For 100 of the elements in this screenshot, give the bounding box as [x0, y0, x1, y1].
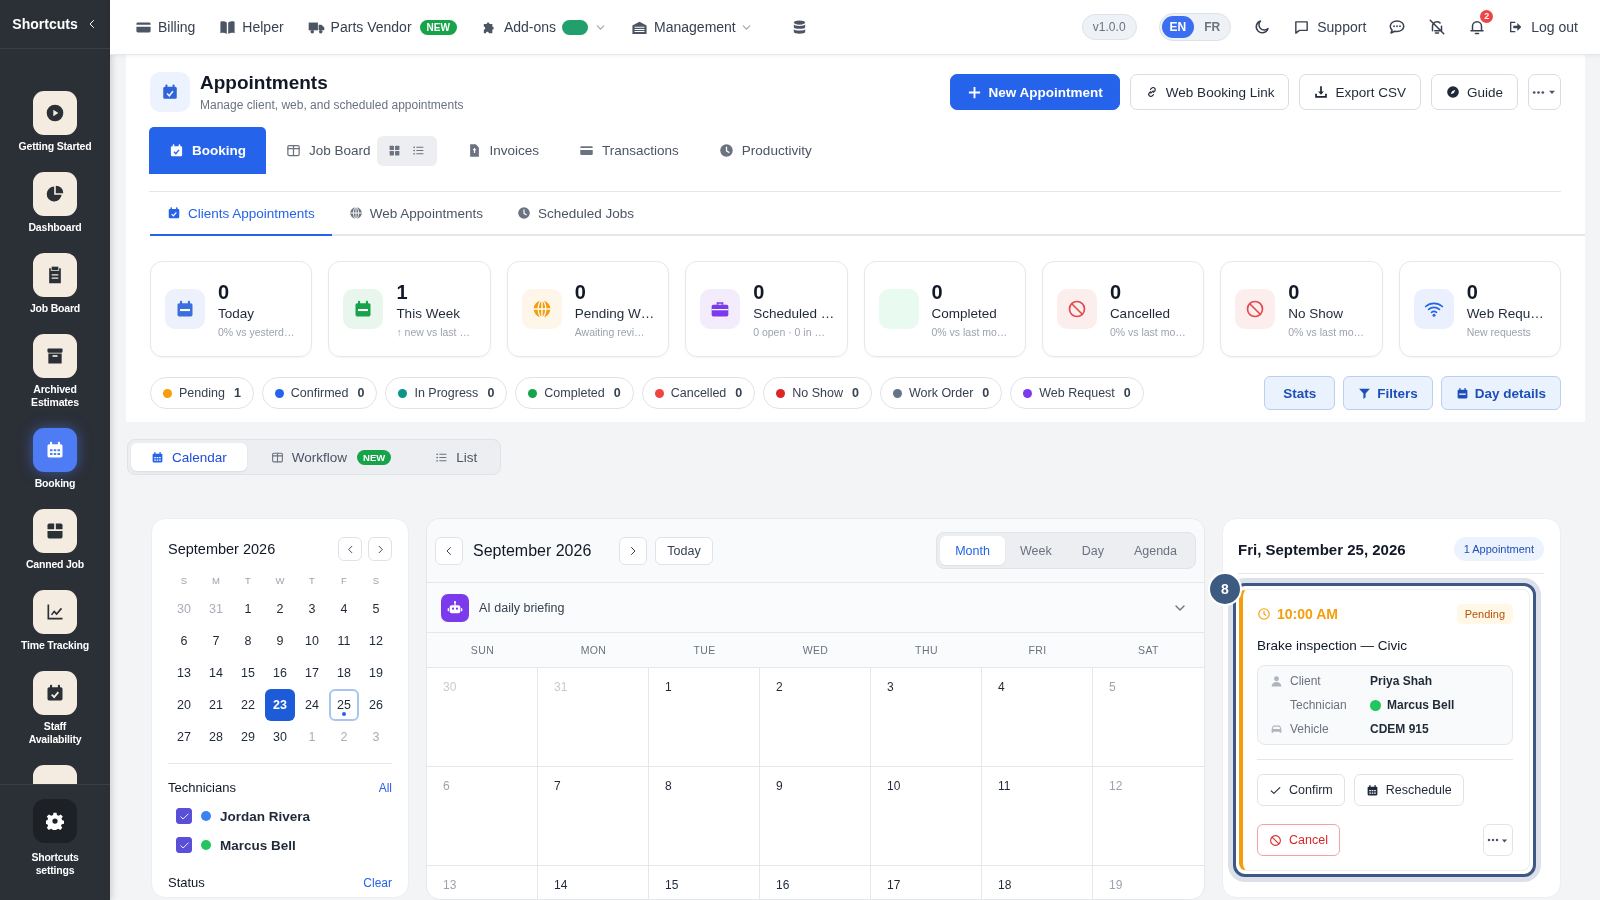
calendar-day[interactable]: 4	[329, 593, 359, 625]
stat-value: 0	[218, 280, 231, 303]
cancel-button[interactable]: Cancel	[1257, 824, 1340, 856]
version-badge: v1.0.0	[1081, 14, 1137, 40]
calendar-day[interactable]: 20	[169, 689, 199, 721]
calendar-day[interactable]: 10	[297, 625, 327, 657]
calendar-day[interactable]: 23	[265, 689, 295, 721]
calendar-day[interactable]: 27	[169, 721, 199, 753]
toolbar-button[interactable]: Stats	[1264, 376, 1336, 410]
action-button[interactable]: New Appointment	[949, 74, 1120, 110]
calendar-cell[interactable]: 16	[760, 866, 871, 899]
tab[interactable]: Booking	[149, 127, 266, 174]
language-option[interactable]: EN	[1161, 16, 1195, 38]
calendar-cell[interactable]: 2	[760, 668, 871, 766]
calendar-day[interactable]: 3	[297, 593, 327, 625]
detail-label: Technician	[1290, 698, 1348, 712]
all-link[interactable]: All	[378, 780, 392, 795]
calendar-day[interactable]: 1	[233, 593, 263, 625]
tab[interactable]: Transactions	[559, 127, 699, 174]
weekday-label: W	[274, 574, 286, 588]
calendar-cell[interactable]: 7	[538, 767, 649, 865]
tab[interactable]: Web Appointments	[331, 192, 500, 236]
calendar-cell[interactable]: 1	[649, 668, 760, 766]
calendar-cell[interactable]: 14	[538, 866, 649, 899]
tab[interactable]: Clients Appointments	[150, 192, 332, 236]
calendar-day[interactable]: 24	[297, 689, 327, 721]
calendar-day[interactable]: 13	[169, 657, 199, 689]
toolbar-button[interactable]: Day details	[1440, 376, 1561, 410]
calendar-day[interactable]: 30	[265, 721, 295, 753]
logout-link[interactable]: Log out	[1508, 19, 1578, 35]
tab[interactable]: Invoices	[446, 127, 560, 174]
toolbar-button[interactable]: Filters	[1343, 376, 1433, 410]
calendar-cell[interactable]: 8	[649, 767, 760, 865]
page-subtitle: Manage client, web, and scheduled appointments	[200, 98, 464, 112]
view-tab[interactable]: List	[415, 443, 498, 471]
nav-link[interactable]: Helper	[219, 18, 284, 36]
calendar-day[interactable]: 6	[169, 625, 199, 657]
calendar-day[interactable]: 22	[233, 689, 263, 721]
calendar-day[interactable]: 2	[265, 593, 295, 625]
weekday-label: T	[308, 574, 316, 588]
calendar-cell[interactable]: 18	[982, 866, 1093, 899]
calendar-day[interactable]: 16	[265, 657, 295, 689]
calendar-day[interactable]: 21	[201, 689, 231, 721]
calendar-day[interactable]: 14	[201, 657, 231, 689]
view-option[interactable]: Week	[1004, 536, 1067, 565]
clear-link[interactable]: Clear	[363, 875, 392, 890]
calendar-day[interactable]: 15	[233, 657, 263, 689]
calendar-day[interactable]: 25	[329, 689, 359, 721]
tab[interactable]: Scheduled Jobs	[499, 192, 651, 236]
view-tab[interactable]: Workflow NEW	[250, 443, 412, 471]
nav-link[interactable]: Billing	[135, 18, 196, 36]
calendar-day[interactable]: 17	[297, 657, 327, 689]
action-button[interactable]: Export CSV	[1299, 74, 1421, 110]
today-button[interactable]: Today	[655, 536, 713, 565]
nav-link[interactable]: Add-ons	[480, 18, 557, 36]
view-option[interactable]: Agenda	[1118, 536, 1192, 565]
month-title: September 2026	[473, 541, 592, 560]
detail-label: Vehicle	[1290, 722, 1330, 736]
section-title: Technicians	[168, 780, 236, 795]
tab[interactable]: Job Board	[266, 127, 377, 174]
view-option[interactable]: Day	[1066, 536, 1119, 565]
calendar-day[interactable]: 12	[361, 625, 391, 657]
weekday-label: S	[179, 574, 189, 588]
day-title: Fri, September 25, 2026	[1238, 540, 1406, 558]
nav-link[interactable]: Parts Vendor	[307, 18, 412, 36]
calendar-day[interactable]: 28	[201, 721, 231, 753]
view-tab[interactable]: Calendar	[131, 443, 247, 471]
stat-note: 0% vs yesterd…	[218, 325, 295, 338]
calendar-day[interactable]: 19	[361, 657, 391, 689]
action-button[interactable]: Web Booking Link	[1129, 74, 1290, 110]
tab[interactable]: Productivity	[698, 127, 832, 174]
nav-link[interactable]: Management	[631, 18, 736, 36]
calendar-day[interactable]: 11	[329, 625, 359, 657]
calendar-cell[interactable]: 15	[649, 866, 760, 899]
calendar-day[interactable]: 18	[329, 657, 359, 689]
calendar-cell[interactable]: 10	[871, 767, 982, 865]
action-button[interactable]: Guide	[1430, 74, 1518, 110]
action-button[interactable]: Confirm	[1257, 774, 1345, 806]
support-link[interactable]: Support	[1293, 18, 1367, 36]
detail-value: Priya Shah	[1370, 674, 1434, 688]
language-option[interactable]: FR	[1196, 16, 1229, 38]
stat-value: 0	[574, 280, 587, 303]
section-title: Status	[168, 875, 205, 890]
calendar-day[interactable]: 26	[361, 689, 391, 721]
calendar-day[interactable]: 9	[265, 625, 295, 657]
calendar-day[interactable]: 29	[233, 721, 263, 753]
calendar-cell[interactable]: 4	[982, 668, 1093, 766]
calendar-day[interactable]: 8	[233, 625, 263, 657]
appointment-card[interactable]: 10:00 AM Pending Brake inspection — Civic Client Priya Shah Technician Marcus Bell Vehicle CDEM 915 Confirm Reschedule Cancel	[1239, 589, 1530, 871]
view-option[interactable]: Month	[940, 536, 1005, 565]
calendar-cell[interactable]: 17	[871, 866, 982, 899]
calendar-cell[interactable]: 9	[760, 767, 871, 865]
calendar-day[interactable]: 7	[201, 625, 231, 657]
calendar-cell[interactable]: 11	[982, 767, 1093, 865]
action-button[interactable]: Reschedule	[1353, 774, 1464, 806]
new-badge: NEW	[357, 449, 392, 465]
briefing-bar[interactable]: AI daily briefing	[427, 583, 1204, 633]
calendar-cell[interactable]: 3	[871, 668, 982, 766]
stat-note: Awaiting revi…	[574, 325, 646, 338]
calendar-day[interactable]: 5	[361, 593, 391, 625]
